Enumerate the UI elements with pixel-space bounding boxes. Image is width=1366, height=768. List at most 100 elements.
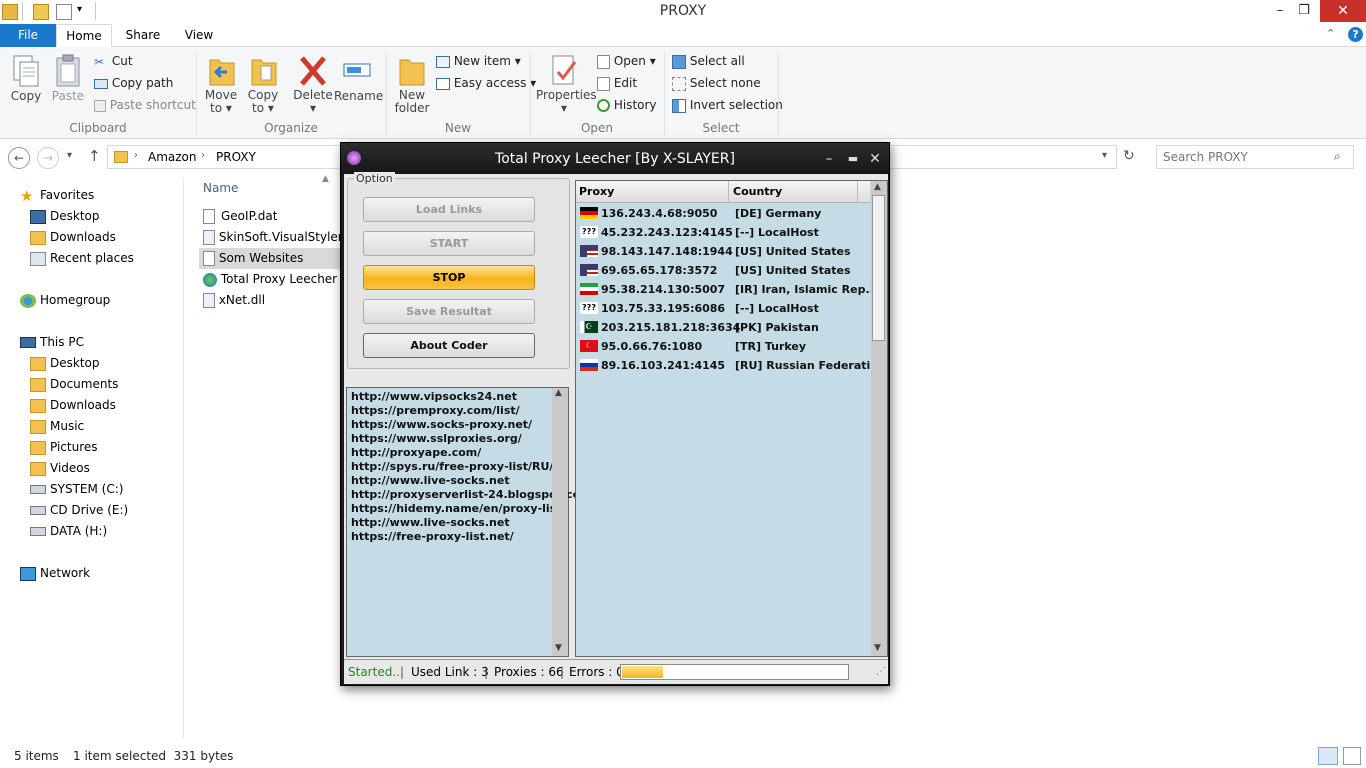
help-icon[interactable]: ? — [1348, 27, 1363, 42]
proxy-title-bar: Total Proxy Leecher [By X-SLAYER] – ▬ ✕ — [341, 143, 889, 175]
delete-button[interactable]: Delete ▾ — [292, 52, 334, 116]
proxy-close-button[interactable]: ✕ — [867, 143, 883, 175]
load-links-button[interactable]: Load Links — [363, 197, 535, 222]
links-textbox[interactable]: http://www.vipsocks24.net https://prempro… — [346, 387, 592, 657]
nav-drive-h[interactable]: DATA (H:) — [30, 521, 107, 542]
title-bar: ▾ PROXY – ❐ ✕ — [0, 0, 1366, 24]
proxy-row[interactable]: 136.243.4.68:9050 [DE] Germany — [576, 204, 870, 223]
copy-button[interactable]: Copy — [6, 52, 46, 112]
nav-favorites-desktop[interactable]: Desktop — [30, 206, 100, 227]
search-input[interactable]: Search PROXY ⌕ — [1156, 145, 1354, 169]
nav-pc-videos[interactable]: Videos — [30, 458, 90, 479]
close-button[interactable]: ✕ — [1320, 0, 1366, 22]
history-button[interactable]: History — [597, 98, 657, 112]
open-button[interactable]: Open ▾ — [597, 54, 656, 69]
refresh-icon[interactable]: ↻ — [1123, 148, 1135, 164]
proxy-row[interactable]: ??? 103.75.33.195:6086 [--] LocalHost — [576, 299, 870, 318]
rename-button[interactable]: Rename — [334, 52, 383, 116]
proxy-row[interactable]: 98.143.147.148:1944 [US] United States — [576, 242, 870, 261]
file-item[interactable]: GeoIP.dat — [199, 206, 277, 227]
new-folder-button[interactable]: New folder — [392, 52, 432, 116]
forward-button[interactable]: → — [37, 147, 59, 169]
tab-home[interactable]: Home — [56, 24, 112, 48]
new-item-label: New item ▾ — [453, 54, 521, 68]
nav-pc-documents[interactable]: Documents — [30, 374, 118, 395]
link-row: https://free-proxy-list.net/ — [351, 530, 514, 543]
file-item[interactable]: Total Proxy Leecher v0 — [199, 269, 340, 290]
history-label: History — [613, 98, 657, 112]
file-item-selected[interactable]: Som Websites — [199, 248, 340, 269]
paste-shortcut-label: Paste shortcut — [109, 98, 196, 112]
stop-button[interactable]: STOP — [363, 265, 535, 290]
recent-locations-icon[interactable]: ▾ — [67, 150, 72, 161]
file-item[interactable]: SkinSoft.VisualStyler.dll — [199, 227, 340, 248]
invert-selection-button[interactable]: Invert selection — [672, 98, 783, 113]
cut-button[interactable]: ✂ Cut — [94, 54, 133, 69]
nav-pc-desktop[interactable]: Desktop — [30, 353, 100, 374]
proxy-row[interactable]: ☪ 203.215.181.218:3634 [PK] Pakistan — [576, 318, 870, 337]
new-item-button[interactable]: New item ▾ — [436, 54, 521, 68]
start-button[interactable]: START — [363, 231, 535, 256]
paste-shortcut-button[interactable]: Paste shortcut — [94, 98, 196, 112]
nav-homegroup[interactable]: Homegroup — [20, 290, 110, 311]
nav-network[interactable]: Network — [20, 563, 90, 584]
move-to-icon — [209, 59, 235, 86]
link-row: https://www.socks-proxy.net/ — [351, 418, 533, 431]
properties-button[interactable]: Properties ▾ — [536, 52, 597, 116]
nav-favorites[interactable]: ★ Favorites — [20, 185, 94, 206]
properties-label: Properties ▾ — [536, 88, 597, 115]
documents-folder-icon — [30, 377, 46, 392]
proxy-row[interactable]: 95.38.214.130:5007 [IR] Iran, Islamic Rep… — [576, 280, 878, 299]
proxy-maximize-button[interactable]: ▬ — [845, 143, 861, 175]
copy-path-button[interactable]: Copy path — [94, 76, 173, 90]
select-all-button[interactable]: Select all — [672, 54, 745, 69]
tab-file[interactable]: File — [0, 24, 56, 47]
nav-pc-pictures[interactable]: Pictures — [30, 437, 98, 458]
scroll-down-icon: ▼ — [555, 643, 562, 653]
tab-share[interactable]: Share — [118, 24, 168, 47]
file-item[interactable]: xNet.dll — [199, 290, 265, 311]
nav-this-pc[interactable]: This PC — [20, 332, 84, 353]
flag-us-icon — [580, 264, 598, 276]
breadcrumb-amazon[interactable]: Amazon — [148, 150, 197, 164]
copy-path-label: Copy path — [111, 76, 174, 90]
nav-favorites-downloads[interactable]: Downloads — [30, 227, 116, 248]
breadcrumb-proxy[interactable]: PROXY — [216, 150, 256, 164]
proxy-row[interactable]: 89.16.103.241:4145 [RU] Russian Federati.… — [576, 356, 883, 375]
column-header-proxy[interactable]: Proxy — [579, 185, 614, 198]
column-header-name[interactable]: Name — [203, 181, 238, 195]
edit-button[interactable]: Edit — [597, 76, 637, 91]
desktop-icon — [30, 209, 46, 224]
paste-button[interactable]: Paste — [48, 52, 88, 112]
new-folder-label: New folder — [394, 88, 430, 115]
large-icons-view-icon[interactable] — [1343, 747, 1361, 765]
nav-pc-downloads[interactable]: Downloads — [30, 395, 116, 416]
nav-pc-music[interactable]: Music — [30, 416, 84, 437]
proxy-row[interactable]: ??? 45.232.243.123:4145 [--] LocalHost — [576, 223, 870, 242]
collapse-ribbon-icon[interactable]: ⌃ — [1326, 27, 1335, 40]
resize-grip-icon[interactable]: ⋰ — [876, 660, 886, 684]
videos-folder-icon — [30, 461, 46, 476]
select-none-button[interactable]: Select none — [672, 76, 761, 91]
copy-to-button[interactable]: Copy to ▾ — [244, 52, 282, 116]
proxy-row[interactable]: ☾ 95.0.66.76:1080 [TR] Turkey — [576, 337, 870, 356]
nav-drive-e[interactable]: CD Drive (E:) — [30, 500, 128, 521]
details-view-icon[interactable] — [1318, 747, 1338, 765]
proxy-minimize-button[interactable]: – — [821, 143, 837, 175]
nav-drive-c[interactable]: SYSTEM (C:) — [30, 479, 123, 500]
up-button[interactable]: ↑ — [88, 147, 101, 165]
chevron-down-icon[interactable]: ▾ — [1102, 150, 1107, 161]
maximize-button[interactable]: ❐ — [1290, 0, 1318, 22]
proxy-row[interactable]: 69.65.65.178:3572 [US] United States — [576, 261, 870, 280]
nav-recent-places[interactable]: Recent places — [30, 248, 134, 269]
move-to-button[interactable]: Move to ▾ — [202, 52, 240, 116]
flag-ir-icon — [580, 283, 598, 295]
about-coder-button[interactable]: About Coder — [363, 333, 535, 358]
easy-access-button[interactable]: Easy access ▾ — [436, 76, 536, 90]
tab-view[interactable]: View — [174, 24, 224, 47]
column-header-country[interactable]: Country — [733, 185, 782, 198]
save-resultat-button[interactable]: Save Resultat — [363, 299, 535, 324]
links-scrollbar[interactable]: ▲ ▼ — [552, 388, 568, 656]
proxy-scrollbar[interactable]: ▲ ▼ — [871, 181, 887, 656]
back-button[interactable]: ← — [8, 147, 30, 169]
